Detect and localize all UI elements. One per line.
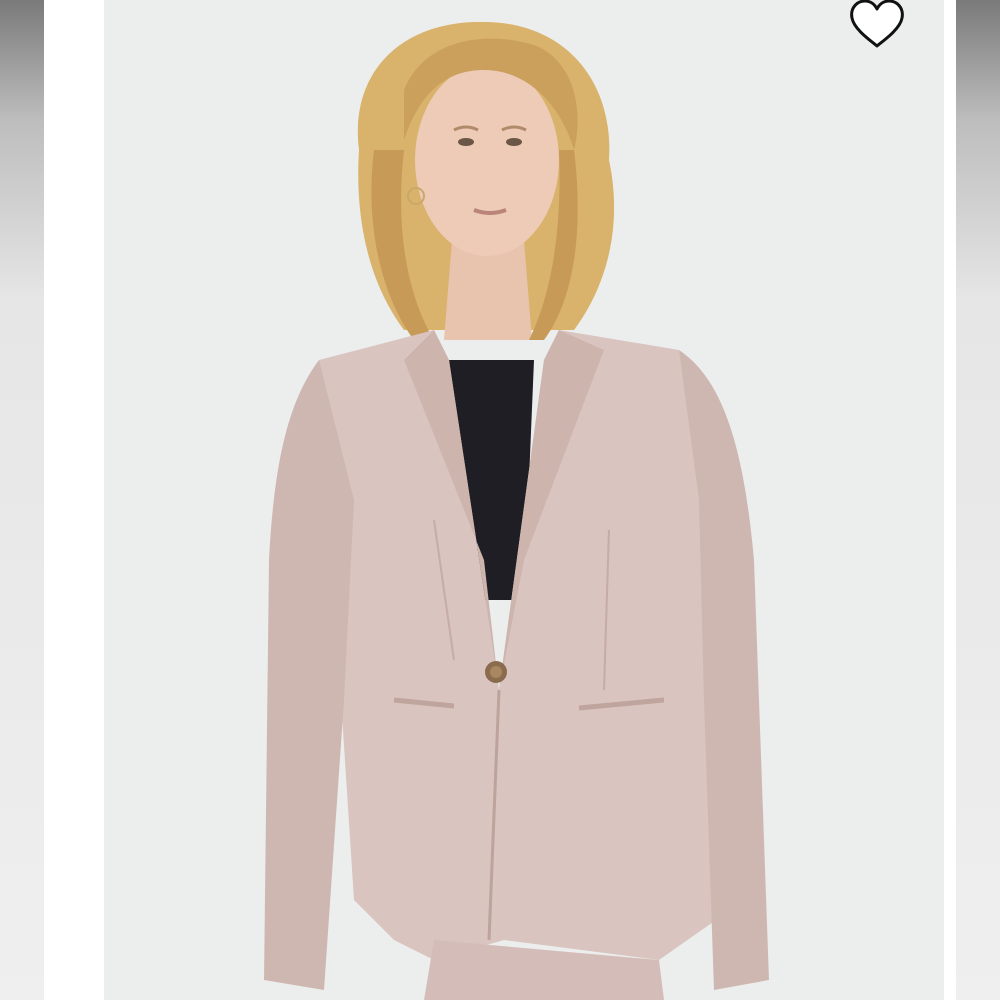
left-backdrop [0, 0, 44, 1000]
right-backdrop [956, 0, 1000, 1000]
product-photo[interactable] [104, 0, 944, 1000]
blazer-left-sleeve [264, 360, 354, 990]
face-shape [415, 64, 559, 256]
favorite-button[interactable] [844, 0, 910, 54]
heart-outline-icon [850, 0, 904, 48]
listing-image-frame [44, 0, 956, 1000]
model-illustration [264, 21, 769, 1000]
